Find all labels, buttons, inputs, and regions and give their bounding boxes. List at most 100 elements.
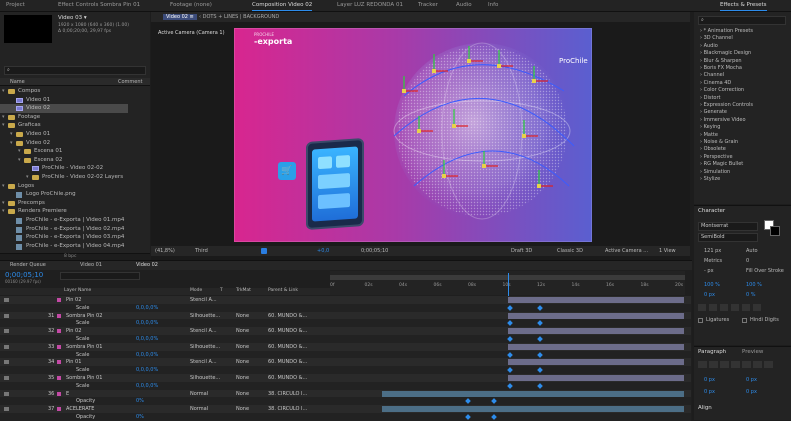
effects-category[interactable]: › Boris FX Mocha bbox=[700, 65, 742, 72]
effects-category[interactable]: › Expression Controls bbox=[700, 102, 753, 109]
layer-mode-select[interactable]: Silhouette... bbox=[190, 343, 220, 351]
layer-label-color[interactable] bbox=[57, 329, 61, 334]
trkmat-select[interactable]: None bbox=[236, 374, 249, 382]
layer-name[interactable]: Pin 02 bbox=[66, 327, 81, 335]
visibility-eye-icon[interactable] bbox=[4, 306, 9, 310]
visibility-eye-icon[interactable] bbox=[4, 353, 9, 357]
layer-label-color[interactable] bbox=[57, 360, 61, 365]
visibility-eye-icon[interactable] bbox=[4, 415, 9, 419]
col-comment[interactable]: Comment bbox=[118, 79, 143, 85]
tracking-field[interactable]: 0 bbox=[746, 258, 749, 264]
visibility-eye-icon[interactable] bbox=[4, 337, 9, 341]
layer-mode-select[interactable]: Stencil A... bbox=[190, 358, 217, 366]
visibility-eye-icon[interactable] bbox=[4, 368, 9, 372]
effects-category[interactable]: › Color Correction bbox=[700, 87, 744, 94]
viewer-timecode[interactable]: 0;00;05;10 bbox=[361, 248, 388, 254]
visibility-eye-icon[interactable] bbox=[4, 321, 9, 325]
layer-mode-select[interactable]: Normal bbox=[190, 405, 208, 413]
align-left-icon[interactable] bbox=[698, 361, 707, 368]
parent-select[interactable]: 60. MUNDO &... bbox=[268, 312, 307, 320]
visibility-eye-icon[interactable] bbox=[4, 344, 9, 349]
layer-duration-bar[interactable] bbox=[382, 406, 684, 413]
timeline-layer-row[interactable]: Pin 02 Stencil A... bbox=[0, 296, 691, 304]
layer-label-color[interactable] bbox=[57, 344, 61, 349]
layer-duration-bar[interactable] bbox=[508, 343, 684, 350]
timeline-property-row[interactable]: Scale 0,0,0,0% bbox=[0, 350, 691, 359]
trkmat-select[interactable]: None bbox=[236, 358, 249, 366]
visibility-eye-icon[interactable] bbox=[4, 298, 9, 302]
keyframe-marker[interactable] bbox=[537, 320, 543, 327]
trkmat-select[interactable]: None bbox=[236, 390, 249, 398]
comp-subtab-video02[interactable]: Video 02 ≡ bbox=[163, 14, 197, 20]
timeline-timecode[interactable]: 0;00;05;10 bbox=[5, 271, 43, 279]
parent-select[interactable]: 60. MUNDO &... bbox=[268, 327, 307, 335]
effects-category[interactable]: › Blur & Sharpen bbox=[700, 58, 742, 65]
superscript-button[interactable] bbox=[742, 304, 750, 311]
font-family-select[interactable]: Montserrat bbox=[698, 222, 758, 231]
tab-video02[interactable]: Video 02 bbox=[136, 262, 158, 268]
property-value[interactable]: 0% bbox=[136, 397, 144, 405]
effects-search-input[interactable]: ⌕ bbox=[698, 16, 786, 25]
keyframe-marker[interactable] bbox=[507, 304, 513, 311]
globe-graphic[interactable] bbox=[374, 36, 579, 236]
keyframe-marker[interactable] bbox=[537, 382, 543, 389]
parent-select[interactable]: 38. CIRCULO I... bbox=[268, 405, 307, 413]
keyframe-marker[interactable] bbox=[537, 304, 543, 311]
camera-icon[interactable] bbox=[261, 248, 267, 254]
layer-name[interactable]: Pin 02 bbox=[66, 296, 81, 304]
vertical-scale-field[interactable]: 100 % bbox=[704, 282, 720, 288]
project-search-input[interactable]: ⌕ bbox=[4, 66, 146, 75]
keyframe-marker[interactable] bbox=[491, 398, 497, 405]
layer-duration-bar[interactable] bbox=[508, 328, 684, 335]
layer-mode-select[interactable]: Stencil A... bbox=[190, 327, 217, 335]
subscript-button[interactable] bbox=[753, 304, 761, 311]
keyframe-marker[interactable] bbox=[465, 414, 471, 420]
quality-select[interactable]: Third bbox=[195, 248, 208, 254]
renderer-mode[interactable]: Classic 3D bbox=[557, 248, 583, 254]
layer-label-color[interactable] bbox=[57, 391, 61, 396]
font-size-field[interactable]: 121 px bbox=[704, 248, 721, 254]
tab-render-queue[interactable]: Render Queue bbox=[10, 262, 46, 268]
all-caps-button[interactable] bbox=[720, 304, 728, 311]
tab-effects-presets[interactable]: Effects & Presets bbox=[720, 2, 767, 11]
property-value[interactable]: 0,0,0,0% bbox=[136, 382, 158, 390]
space-after-field[interactable]: 0 px bbox=[746, 389, 757, 395]
stroke-width-field[interactable]: - px bbox=[704, 268, 714, 274]
layer-label-color[interactable] bbox=[57, 407, 61, 412]
timeline-layer-row[interactable]: 37 ACELERATE Normal None 38. CIRCULO I... bbox=[0, 405, 691, 414]
col-mode[interactable]: Mode bbox=[190, 288, 202, 293]
layer-name[interactable]: Sombra Pin 01 bbox=[66, 343, 102, 351]
tsume-field[interactable]: 0 % bbox=[746, 292, 756, 298]
visibility-eye-icon[interactable] bbox=[4, 360, 9, 365]
parent-select[interactable]: 60. MUNDO &... bbox=[268, 358, 307, 366]
view-count-select[interactable]: 1 View bbox=[659, 248, 676, 254]
timeline-property-row[interactable]: Scale 0,0,0,0% bbox=[0, 335, 691, 343]
keyframe-marker[interactable] bbox=[465, 398, 471, 405]
baseline-shift-field[interactable]: 0 px bbox=[704, 292, 715, 298]
layer-name[interactable]: ACELERATE bbox=[66, 405, 94, 413]
tab-audio[interactable]: Audio bbox=[456, 2, 472, 8]
layer-label-color[interactable] bbox=[57, 298, 61, 302]
justify-center-icon[interactable] bbox=[742, 361, 751, 368]
ligatures-checkbox[interactable] bbox=[698, 318, 703, 323]
col-trkmat[interactable]: TrkMat bbox=[236, 288, 251, 293]
tab-effect-controls[interactable]: Effect Controls Sombra Pin 01 bbox=[58, 2, 140, 8]
kerning-field[interactable]: Metrics bbox=[704, 258, 722, 264]
layer-name[interactable]: Pin 01 bbox=[66, 358, 81, 366]
property-value[interactable]: 0,0,0,0% bbox=[136, 351, 158, 359]
visibility-eye-icon[interactable] bbox=[4, 384, 9, 388]
zoom-select[interactable]: (41,8%) bbox=[155, 248, 175, 254]
layer-duration-bar[interactable] bbox=[508, 312, 684, 319]
timeline-property-row[interactable]: Opacity 0% bbox=[0, 397, 691, 406]
preview-tab[interactable]: Preview bbox=[742, 349, 763, 355]
visibility-eye-icon[interactable] bbox=[4, 376, 9, 380]
col-parent[interactable]: Parent & Link bbox=[268, 288, 298, 293]
align-title[interactable]: Align bbox=[698, 405, 712, 411]
effects-category[interactable]: › Simulation bbox=[700, 169, 730, 176]
bpc-label[interactable]: 8 bpc bbox=[64, 254, 76, 259]
visibility-eye-icon[interactable] bbox=[4, 391, 9, 396]
faux-bold-button[interactable] bbox=[698, 304, 706, 311]
timeline-layer-row[interactable]: 33 Sombra Pin 01 Silhouette... None 60. MUND… bbox=[0, 342, 691, 351]
keyframe-marker[interactable] bbox=[491, 414, 497, 420]
layer-duration-bar[interactable] bbox=[508, 359, 684, 366]
